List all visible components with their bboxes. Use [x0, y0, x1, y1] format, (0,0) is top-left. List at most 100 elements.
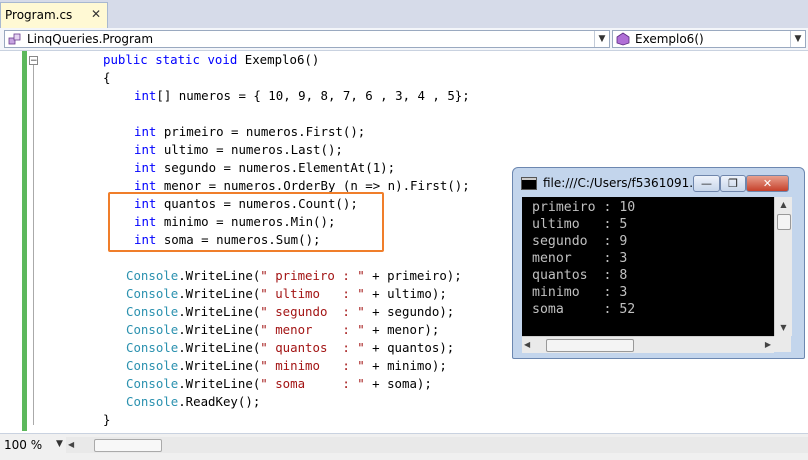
code-line: Console.WriteLine(" segundo : " + segund… — [126, 303, 454, 321]
code-token: { — [103, 70, 111, 85]
code-token: Console — [126, 322, 179, 337]
code-line: Console.WriteLine(" minimo : " + minimo)… — [126, 357, 447, 375]
code-token: .WriteLine( — [178, 268, 261, 283]
code-token: ultimo = numeros.Last(); — [156, 142, 343, 157]
outline-line — [33, 65, 34, 425]
code-line: int ultimo = numeros.Last(); — [134, 141, 343, 159]
scroll-up-icon[interactable]: ▲ — [775, 197, 792, 213]
collapse-region-icon[interactable]: − — [29, 56, 38, 66]
close-button[interactable]: ✕ — [746, 175, 789, 192]
console-vertical-scrollbar[interactable]: ▲ ▼ — [774, 197, 792, 336]
code-token: .WriteLine( — [178, 286, 261, 301]
editor-gutter — [0, 51, 20, 431]
code-token: " minimo : " — [260, 358, 365, 373]
console-output-line: minimo : 3 — [532, 285, 628, 300]
console-title: file:///C:/Users/f5361091... — [543, 176, 701, 190]
code-token: " segundo : " — [260, 304, 365, 319]
code-token: " menor : " — [260, 322, 365, 337]
tab-program-cs[interactable]: Program.cs ✕ — [0, 2, 108, 28]
code-token: Console — [126, 394, 179, 409]
console-output-line: menor : 3 — [532, 251, 628, 266]
console-titlebar[interactable]: file:///C:/Users/f5361091... — ❐ ✕ — [513, 168, 804, 196]
code-token: .WriteLine( — [178, 358, 261, 373]
chevron-down-icon[interactable]: ▼ — [790, 31, 805, 47]
code-line: } — [103, 411, 110, 429]
console-window[interactable]: file:///C:/Users/f5361091... — ❐ ✕ prime… — [512, 167, 805, 359]
close-tab-icon[interactable]: ✕ — [91, 7, 101, 21]
class-dropdown[interactable]: LinqQueries.Program ▼ — [4, 30, 610, 48]
scroll-left-icon[interactable]: ◀ — [68, 437, 74, 453]
zoom-dropdown[interactable]: 100 % ▼ — [2, 437, 64, 453]
code-line: int primeiro = numeros.First(); — [134, 123, 365, 141]
code-token: .WriteLine( — [178, 340, 261, 355]
code-token: " quantos : " — [260, 340, 365, 355]
scroll-thumb[interactable] — [777, 214, 791, 230]
code-token: .WriteLine( — [178, 322, 261, 337]
console-output-area: primeiro : 10 ultimo : 5 segundo : 9 menor … — [522, 197, 774, 336]
code-token: menor = numeros.OrderBy (n => n).First()… — [156, 178, 470, 193]
code-token: + minimo); — [364, 358, 447, 373]
scroll-thumb[interactable] — [546, 339, 634, 352]
code-line: public static void Exemplo6() — [103, 51, 319, 69]
code-token: " ultimo : " — [260, 286, 365, 301]
code-token: public — [103, 52, 156, 67]
document-tab-strip: Program.cs ✕ — [0, 0, 808, 29]
console-horizontal-scrollbar[interactable]: ◀ ▶ — [522, 336, 774, 353]
scroll-thumb[interactable] — [94, 439, 162, 452]
chevron-down-icon[interactable]: ▼ — [56, 439, 63, 449]
code-token: segundo = numeros.ElementAt(1); — [156, 160, 396, 175]
console-output-line: primeiro : 10 — [532, 200, 636, 215]
code-token: } — [103, 412, 111, 427]
editor-horizontal-scrollbar[interactable]: ◀ — [66, 437, 808, 453]
console-app-icon — [521, 177, 537, 190]
code-token: Console — [126, 304, 179, 319]
scrollbar-corner — [774, 336, 791, 352]
console-output-line: ultimo : 5 — [532, 217, 628, 232]
member-dropdown[interactable]: Exemplo6() ▼ — [612, 30, 806, 48]
code-token: Exemplo6() — [244, 52, 320, 67]
scroll-left-icon[interactable]: ◀ — [524, 337, 530, 353]
code-token: int — [134, 160, 157, 175]
code-token: .ReadKey(); — [178, 394, 261, 409]
navigation-bar: LinqQueries.Program ▼ Exemplo6() ▼ — [0, 28, 808, 51]
code-line: Console.WriteLine(" ultimo : " + ultimo)… — [126, 285, 447, 303]
code-token: Console — [126, 268, 179, 283]
code-token: .WriteLine( — [178, 304, 261, 319]
scroll-down-icon[interactable]: ▼ — [775, 320, 792, 336]
code-line: Console.WriteLine(" soma : " + soma); — [126, 375, 432, 393]
code-token: + soma); — [364, 376, 432, 391]
code-token: + primeiro); — [364, 268, 462, 283]
member-dropdown-value: Exemplo6() — [635, 32, 704, 46]
chevron-down-icon[interactable]: ▼ — [594, 31, 609, 47]
console-output-line: segundo : 9 — [532, 234, 628, 249]
code-line: { — [103, 69, 110, 87]
code-token: Console — [126, 340, 179, 355]
scroll-right-icon[interactable]: ▶ — [765, 337, 771, 353]
maximize-button[interactable]: ❐ — [720, 175, 746, 192]
code-token: .WriteLine( — [178, 376, 261, 391]
highlight-annotation-box — [108, 192, 384, 252]
class-dropdown-value: LinqQueries.Program — [27, 32, 154, 46]
code-token: + quantos); — [364, 340, 455, 355]
editor-bottom-bar: 100 % ▼ ◀ — [0, 433, 808, 460]
code-line: Console.WriteLine(" primeiro : " + prime… — [126, 267, 462, 285]
code-token: int — [134, 142, 157, 157]
code-token: Console — [126, 286, 179, 301]
code-token: Console — [126, 376, 179, 391]
class-icon — [8, 33, 21, 45]
outlining-margin: − — [27, 51, 41, 431]
code-token: static — [155, 52, 208, 67]
code-line: int[] numeros = { 10, 9, 8, 7, 6 , 3, 4 … — [134, 87, 470, 105]
code-token: void — [207, 52, 245, 67]
code-token: [] numeros = { 10, 9, 8, 7, 6 , 3, 4 , 5… — [156, 88, 470, 103]
method-icon — [616, 32, 630, 46]
tab-label: Program.cs — [5, 8, 73, 22]
code-token: primeiro = numeros.First(); — [156, 124, 366, 139]
console-output-line: quantos : 8 — [532, 268, 628, 283]
code-token: " soma : " — [260, 376, 365, 391]
code-line: int segundo = numeros.ElementAt(1); — [134, 159, 395, 177]
code-token: int — [134, 124, 157, 139]
code-token: + menor); — [364, 322, 440, 337]
minimize-button[interactable]: — — [693, 175, 720, 192]
code-line: Console.ReadKey(); — [126, 393, 260, 411]
